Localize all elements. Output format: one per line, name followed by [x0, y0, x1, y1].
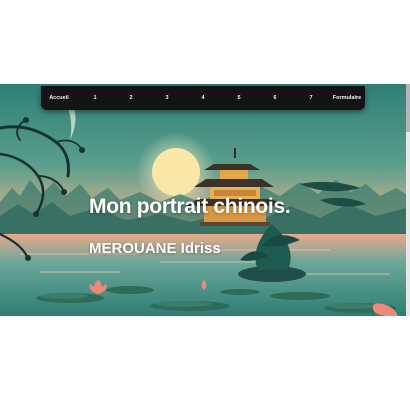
nav-link-3[interactable]: 3 — [165, 94, 168, 102]
nav-link-formulaire[interactable]: Formulaire — [333, 94, 361, 102]
nav-link-5[interactable]: 5 — [237, 94, 240, 102]
page-title: Mon portrait chinois. — [89, 195, 291, 219]
top-navigation-bar: Accueil 1 2 3 4 5 6 7 Formulaire — [41, 86, 365, 110]
author-name: MEROUANE Idriss — [89, 240, 221, 258]
nav-link-6[interactable]: 6 — [273, 94, 276, 102]
nav-link-2[interactable]: 2 — [129, 94, 132, 102]
nav-link-1[interactable]: 1 — [93, 94, 96, 102]
nav-link-accueil[interactable]: Accueil — [49, 94, 69, 102]
nav-link-7[interactable]: 7 — [309, 94, 312, 102]
nav-link-4[interactable]: 4 — [201, 94, 204, 102]
scrollbar-thumb[interactable] — [406, 84, 410, 132]
scrollbar[interactable] — [406, 84, 410, 316]
